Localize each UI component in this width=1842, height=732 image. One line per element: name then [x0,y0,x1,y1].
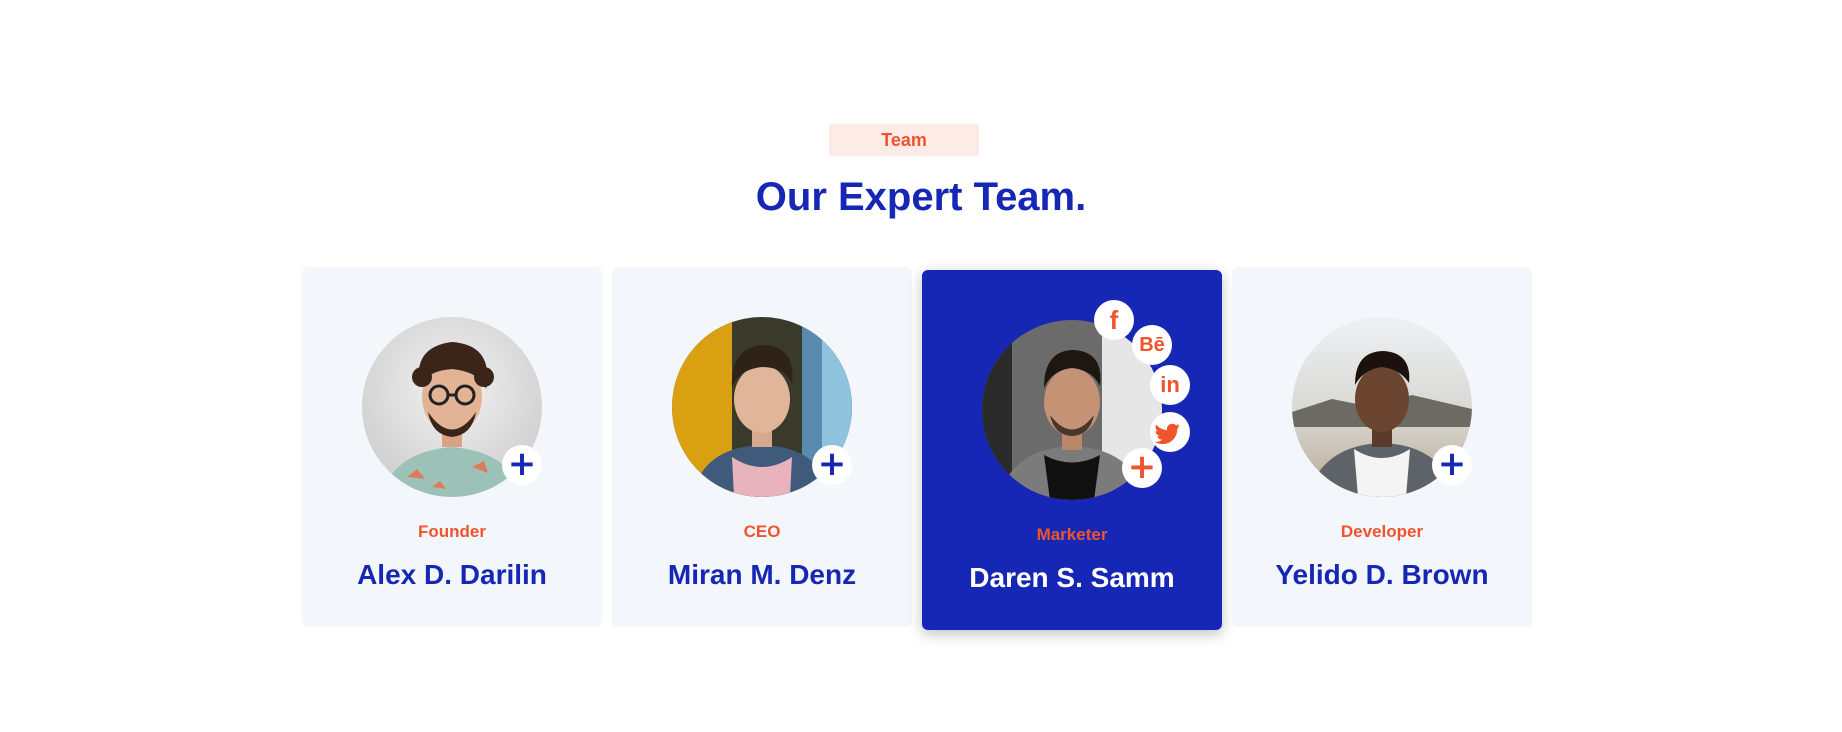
plus-toggle-button[interactable]: + [812,445,852,485]
member-name[interactable]: Daren S. Samm [922,562,1222,594]
team-card-founder[interactable]: + Founder Alex D. Darilin [302,267,602,627]
member-role: Developer [1340,522,1424,541]
member-name[interactable]: Alex D. Darilin [302,559,602,591]
twitter-icon[interactable] [1150,412,1190,452]
avatar-wrap: f Bē in + [982,300,1190,500]
facebook-icon[interactable]: f [1094,300,1134,340]
avatar-wrap: + [672,317,852,497]
member-name[interactable]: Yelido D. Brown [1232,559,1532,591]
avatar-wrap: + [1292,317,1472,497]
linkedin-icon[interactable]: in [1150,365,1190,405]
section-title: Our Expert Team. [755,175,1087,219]
member-role: Marketer [1036,525,1108,544]
avatar-wrap: + [362,317,542,497]
team-card-ceo[interactable]: + CEO Miran M. Denz [612,267,912,627]
behance-icon[interactable]: Bē [1132,325,1172,365]
member-role: CEO [743,522,781,541]
plus-toggle-button[interactable]: + [1432,445,1472,485]
plus-toggle-button[interactable]: + [502,445,542,485]
member-name[interactable]: Miran M. Denz [612,559,912,591]
plus-toggle-button[interactable]: + [1122,448,1162,488]
section-tag: Team [829,124,979,156]
team-section: Team Our Expert Team. + Founder Alex D. … [0,0,1842,732]
twitter-bird-icon [1154,423,1180,445]
team-card-developer[interactable]: + Developer Yelido D. Brown [1232,267,1532,627]
team-card-marketer[interactable]: f Bē in + Marketer Daren S. Samm [922,270,1222,630]
member-role: Founder [418,522,486,541]
